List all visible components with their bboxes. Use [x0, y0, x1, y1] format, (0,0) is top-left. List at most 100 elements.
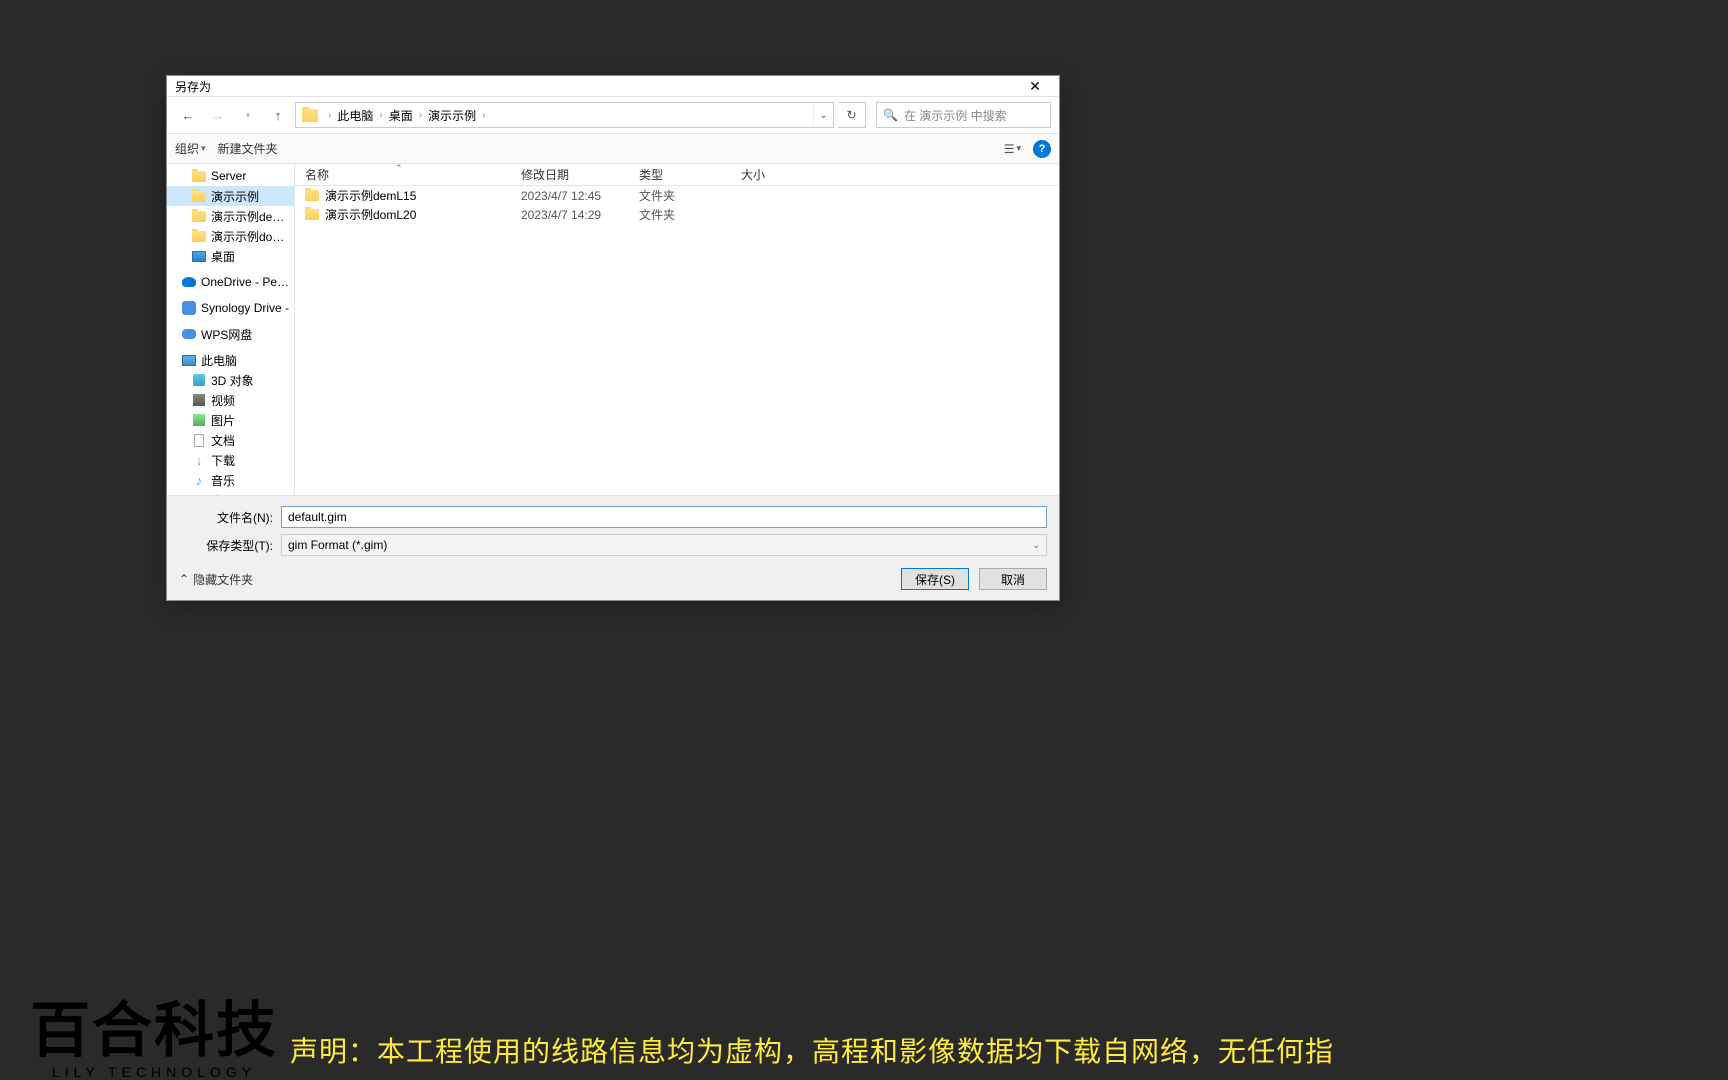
- col-name[interactable]: 名称: [295, 166, 511, 183]
- tree-label: 文档: [211, 432, 235, 449]
- forward-button[interactable]: →: [205, 102, 231, 128]
- up-button[interactable]: ↑: [265, 102, 291, 128]
- tree-item[interactable]: 此电脑: [167, 350, 294, 370]
- folder-icon: [191, 168, 207, 184]
- file-type: 文件夹: [629, 206, 731, 223]
- address-dropdown[interactable]: ⌄: [813, 103, 833, 127]
- folder-icon: [191, 188, 207, 204]
- content-area: Server演示示例演示示例demL15演示示例domL20桌面OneDrive…: [167, 164, 1059, 495]
- tree-item[interactable]: 文档: [167, 430, 294, 450]
- organize-menu[interactable]: 组织 ▾: [175, 140, 206, 157]
- breadcrumb: › 此电脑 › 桌面 › 演示示例 ›: [324, 107, 813, 124]
- file-row[interactable]: 演示示例demL15 2023/4/7 12:45文件夹: [295, 186, 1059, 205]
- chevron-right-icon[interactable]: ›: [415, 110, 426, 121]
- breadcrumb-item[interactable]: 演示示例: [426, 107, 478, 124]
- tree-item[interactable]: 桌面: [167, 246, 294, 266]
- recent-dropdown[interactable]: ▾: [235, 102, 261, 128]
- file-date: 2023/4/7 14:29: [511, 208, 629, 222]
- tree-item[interactable]: 3D 对象: [167, 370, 294, 390]
- tree-item[interactable]: WPS网盘: [167, 324, 294, 344]
- tree-label: 图片: [211, 412, 235, 429]
- music-icon: ♪: [191, 472, 207, 488]
- 3d-icon: [191, 372, 207, 388]
- chevron-right-icon[interactable]: ›: [478, 110, 489, 121]
- filename-input[interactable]: [281, 506, 1047, 528]
- synology-icon: [181, 300, 197, 316]
- pc-icon: [181, 352, 197, 368]
- tree-label: 3D 对象: [211, 372, 254, 389]
- form-area: 文件名(N): 保存类型(T): gim Format (*.gim) ⌄: [167, 495, 1059, 564]
- doc-icon: [191, 432, 207, 448]
- watermark-logo: 百合科技 LILY TECHNOLOGY: [30, 998, 278, 1080]
- help-button[interactable]: ?: [1033, 140, 1051, 158]
- file-date: 2023/4/7 12:45: [511, 189, 629, 203]
- tree-item[interactable]: 视频: [167, 390, 294, 410]
- tree-label: 桌面: [211, 248, 235, 265]
- filetype-label: 保存类型(T):: [179, 537, 273, 554]
- back-button[interactable]: ←: [175, 102, 201, 128]
- close-button[interactable]: ✕: [1015, 76, 1055, 96]
- pic-icon: [191, 412, 207, 428]
- chevron-right-icon[interactable]: ›: [324, 110, 335, 121]
- filetype-select[interactable]: gim Format (*.gim) ⌄: [281, 534, 1047, 556]
- tree-item[interactable]: ↓下载: [167, 450, 294, 470]
- save-as-dialog: 另存为 ✕ ← → ▾ ↑ › 此电脑 › 桌面 › 演示示例 › ⌄ ↻ 🔍 …: [166, 75, 1060, 601]
- col-type[interactable]: 类型: [629, 166, 731, 183]
- file-name: 演示示例demL15: [325, 187, 416, 204]
- tree-label: 此电脑: [201, 352, 237, 369]
- file-list: ⌃ 名称 修改日期 类型 大小 演示示例demL15 2023/4/7 12:45…: [295, 164, 1059, 495]
- tree-label: Server: [211, 169, 246, 183]
- new-folder-button[interactable]: 新建文件夹: [218, 140, 278, 157]
- folder-icon: [191, 208, 207, 224]
- desktop-icon: [191, 248, 207, 264]
- col-size[interactable]: 大小: [731, 166, 811, 183]
- address-bar[interactable]: › 此电脑 › 桌面 › 演示示例 › ⌄: [295, 102, 834, 128]
- subtitle-text: 声明：本工程使用的线路信息均为虚构，高程和影像数据均下载自网络，无任何指: [290, 1030, 1728, 1070]
- tree-item[interactable]: 演示示例: [167, 186, 294, 206]
- col-date[interactable]: 修改日期: [511, 166, 629, 183]
- refresh-button[interactable]: ↻: [838, 102, 866, 128]
- tree-item[interactable]: Synology Drive -: [167, 298, 294, 318]
- search-placeholder: 在 演示示例 中搜索: [904, 107, 1007, 124]
- file-row[interactable]: 演示示例domL20 2023/4/7 14:29文件夹: [295, 205, 1059, 224]
- cancel-button[interactable]: 取消: [979, 568, 1047, 590]
- save-button[interactable]: 保存(S): [901, 568, 969, 590]
- sort-arrow-icon: ⌃: [395, 164, 403, 174]
- chevron-right-icon[interactable]: ›: [375, 110, 386, 121]
- tree-label: WPS网盘: [201, 326, 252, 343]
- tree-label: Synology Drive -: [201, 301, 289, 315]
- footer: ⌃ 隐藏文件夹 保存(S) 取消: [167, 564, 1059, 600]
- search-icon: 🔍: [883, 108, 898, 122]
- view-options[interactable]: ☰ ▾: [1000, 140, 1025, 158]
- hide-folders-toggle[interactable]: ⌃ 隐藏文件夹: [179, 571, 253, 588]
- folder-icon: [191, 228, 207, 244]
- dialog-title: 另存为: [175, 78, 211, 95]
- folder-icon: [300, 105, 320, 125]
- onedrive-icon: [181, 274, 197, 290]
- breadcrumb-item[interactable]: 桌面: [387, 107, 415, 124]
- sidebar: Server 演示示例演示示例demL15 演示示例domL20 桌面 OneDrive…: [167, 164, 295, 495]
- video-icon: [191, 392, 207, 408]
- tree-item[interactable]: 演示示例demL15: [167, 206, 294, 226]
- tree-item[interactable]: ♪音乐: [167, 470, 294, 490]
- filename-label: 文件名(N):: [179, 509, 273, 526]
- breadcrumb-item[interactable]: 此电脑: [335, 107, 375, 124]
- column-headers: 名称 修改日期 类型 大小: [295, 164, 1059, 186]
- tree-label: 演示示例domL20: [211, 228, 290, 245]
- download-icon: ↓: [191, 452, 207, 468]
- titlebar: 另存为 ✕: [167, 76, 1059, 97]
- tree-item[interactable]: OneDrive - Personal: [167, 272, 294, 292]
- tree-label: 音乐: [211, 472, 235, 489]
- file-name: 演示示例domL20: [325, 206, 416, 223]
- file-type: 文件夹: [629, 187, 731, 204]
- tree-label: OneDrive - Personal: [201, 275, 290, 289]
- watermark-cn: 百合科技: [30, 998, 278, 1064]
- tree-item[interactable]: Server: [167, 166, 294, 186]
- tree-label: 视频: [211, 392, 235, 409]
- watermark-en: LILY TECHNOLOGY: [52, 1064, 256, 1080]
- tree-item[interactable]: 演示示例domL20: [167, 226, 294, 246]
- folder-icon: [305, 209, 319, 220]
- search-box[interactable]: 🔍 在 演示示例 中搜索: [876, 102, 1051, 128]
- wps-icon: [181, 326, 197, 342]
- tree-item[interactable]: 图片: [167, 410, 294, 430]
